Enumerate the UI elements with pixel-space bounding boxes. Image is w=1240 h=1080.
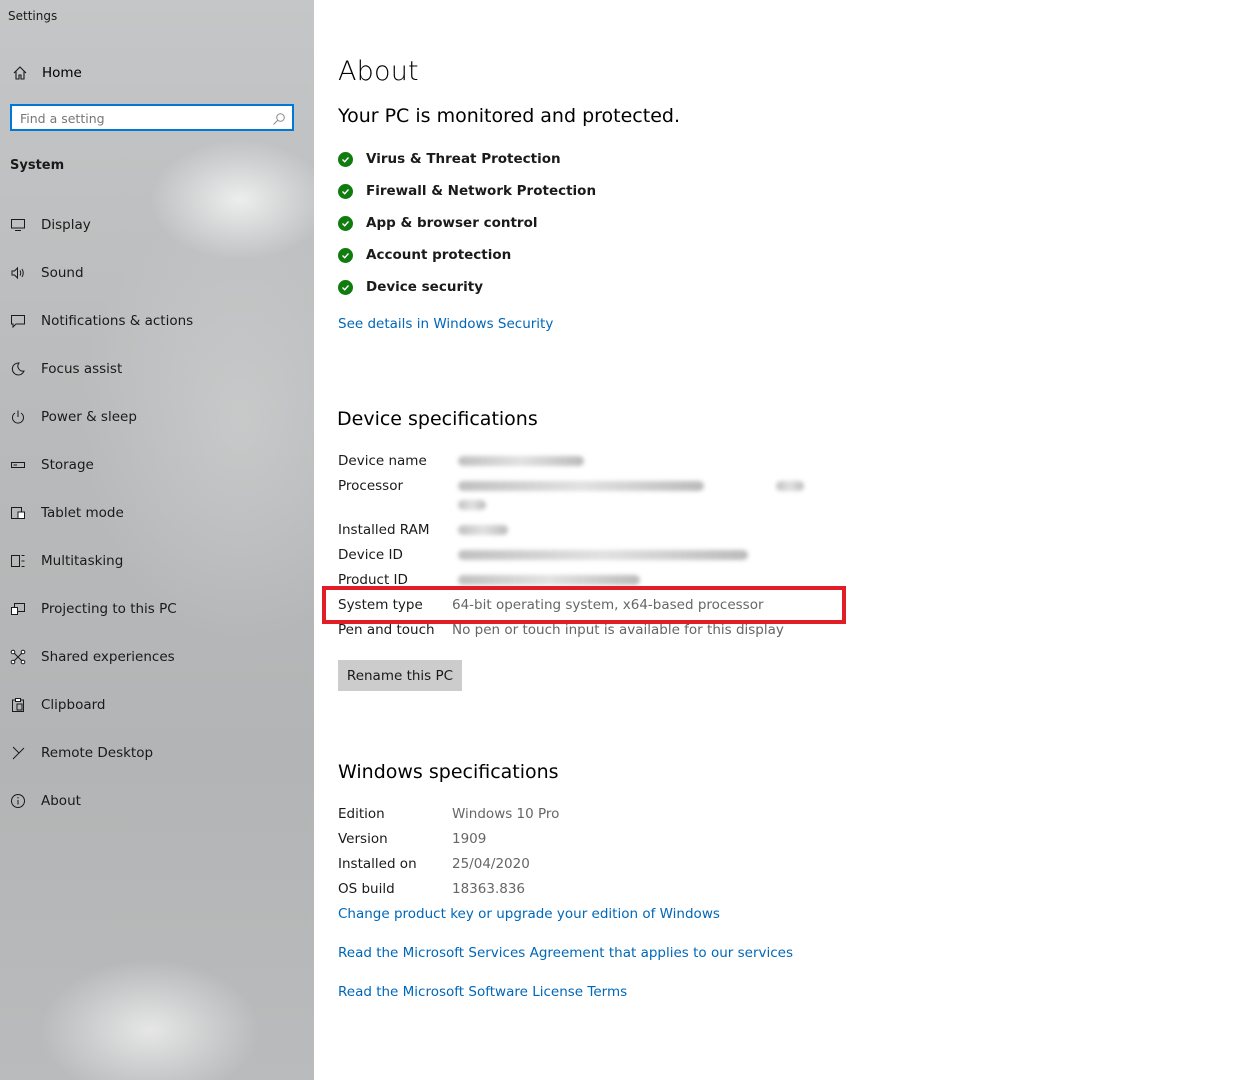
device-specs-heading: Device specifications (337, 408, 538, 430)
protection-item: App & browser control (338, 213, 537, 233)
monitor-icon (8, 215, 28, 235)
section-title: System (10, 158, 65, 173)
rename-pc-button[interactable]: Rename this PC (338, 660, 462, 691)
sidebar-item-about[interactable]: About (8, 790, 81, 812)
spec-key: Installed RAM (338, 522, 430, 538)
services-agreement-link[interactable]: Read the Microsoft Services Agreement th… (338, 945, 793, 961)
projecting-icon (8, 599, 28, 619)
search-icon[interactable] (272, 111, 286, 125)
sidebar-item-clipboard[interactable]: Clipboard (8, 694, 105, 716)
shared-icon (8, 647, 28, 667)
sidebar-item-label: Power & sleep (41, 409, 137, 425)
sidebar-item-label: Display (41, 217, 91, 233)
home-label: Home (42, 65, 82, 81)
spec-key: Edition (338, 806, 385, 822)
moon-icon (8, 359, 28, 379)
spec-key: Pen and touch (338, 622, 435, 638)
sidebar-item-label: Storage (41, 457, 94, 473)
sidebar-item-display[interactable]: Display (8, 214, 91, 236)
check-icon (338, 151, 353, 167)
license-terms-link[interactable]: Read the Microsoft Software License Term… (338, 984, 627, 1000)
check-icon (338, 247, 353, 263)
spec-key: Processor (338, 478, 404, 494)
protection-item-label: Account protection (366, 247, 512, 263)
spec-key: Installed on (338, 856, 417, 872)
clipboard-icon (8, 695, 28, 715)
sidebar-item-focus-assist[interactable]: Focus assist (8, 358, 122, 380)
sidebar-item-label: Multitasking (41, 553, 124, 569)
protection-heading: Your PC is monitored and protected. (338, 105, 680, 127)
power-icon (8, 407, 28, 427)
sidebar: Settings Home System Display Sound Notif… (0, 0, 314, 1080)
sidebar-item-label: Remote Desktop (41, 745, 154, 761)
sidebar-item-label: Projecting to this PC (41, 601, 177, 617)
page-title: About (338, 56, 419, 87)
spec-key: Device name (338, 453, 427, 469)
app-title: Settings (8, 9, 58, 23)
tablet-icon (8, 503, 28, 523)
sidebar-item-storage[interactable]: Storage (8, 454, 94, 476)
blurred-value (458, 456, 584, 466)
blurred-value (458, 500, 486, 510)
sidebar-item-sound[interactable]: Sound (8, 262, 84, 284)
windows-specs-heading: Windows specifications (338, 761, 559, 783)
spec-key: Device ID (338, 547, 403, 563)
sidebar-item-notifications[interactable]: Notifications & actions (8, 310, 193, 332)
sidebar-item-label: Clipboard (41, 697, 106, 713)
sidebar-item-remote-desktop[interactable]: Remote Desktop (8, 742, 153, 764)
storage-icon (8, 455, 28, 475)
spec-value: No pen or touch input is available for t… (452, 622, 784, 638)
spec-key: OS build (338, 881, 395, 897)
protection-item-label: Device security (366, 279, 483, 295)
home-icon (10, 63, 30, 83)
spec-value: 25/04/2020 (452, 856, 530, 872)
protection-item-label: Firewall & Network Protection (366, 183, 597, 199)
spec-value: Windows 10 Pro (452, 806, 560, 822)
sidebar-item-tablet-mode[interactable]: Tablet mode (8, 502, 124, 524)
sidebar-item-label: Notifications & actions (41, 313, 194, 329)
sidebar-item-label: Tablet mode (41, 505, 124, 521)
blurred-value (776, 481, 804, 491)
sidebar-item-power-sleep[interactable]: Power & sleep (8, 406, 137, 428)
check-icon (338, 183, 353, 199)
check-icon (338, 215, 353, 231)
blurred-value (458, 550, 748, 560)
spec-value: 1909 (452, 831, 487, 847)
sidebar-home[interactable]: Home (10, 62, 82, 84)
protection-item-label: App & browser control (366, 215, 538, 231)
spec-value: 18363.836 (452, 881, 526, 897)
sidebar-item-multitasking[interactable]: Multitasking (8, 550, 123, 572)
highlight-box (322, 586, 846, 624)
check-icon (338, 279, 353, 295)
speaker-icon (8, 263, 28, 283)
blurred-value (458, 525, 508, 535)
sidebar-item-label: About (41, 793, 81, 809)
sidebar-item-label: Focus assist (41, 361, 123, 377)
spec-key: Version (338, 831, 388, 847)
blurred-value (458, 575, 640, 585)
sidebar-item-label: Shared experiences (41, 649, 175, 665)
search-input[interactable] (20, 109, 260, 127)
protection-item: Device security (338, 277, 483, 297)
sidebar-item-shared-experiences[interactable]: Shared experiences (8, 646, 175, 668)
protection-item: Firewall & Network Protection (338, 181, 596, 201)
info-icon (8, 791, 28, 811)
notification-icon (8, 311, 28, 331)
change-product-key-link[interactable]: Change product key or upgrade your editi… (338, 906, 720, 922)
main-content: About Your PC is monitored and protected… (314, 0, 1240, 1080)
blurred-value (458, 481, 704, 491)
protection-item: Account protection (338, 245, 511, 265)
multitasking-icon (8, 551, 28, 571)
windows-security-link[interactable]: See details in Windows Security (338, 316, 553, 332)
search-box[interactable] (10, 104, 294, 131)
protection-item-label: Virus & Threat Protection (366, 151, 561, 167)
protection-item: Virus & Threat Protection (338, 149, 561, 169)
remote-desktop-icon (8, 743, 28, 763)
sidebar-item-label: Sound (41, 265, 84, 281)
sidebar-item-projecting[interactable]: Projecting to this PC (8, 598, 177, 620)
